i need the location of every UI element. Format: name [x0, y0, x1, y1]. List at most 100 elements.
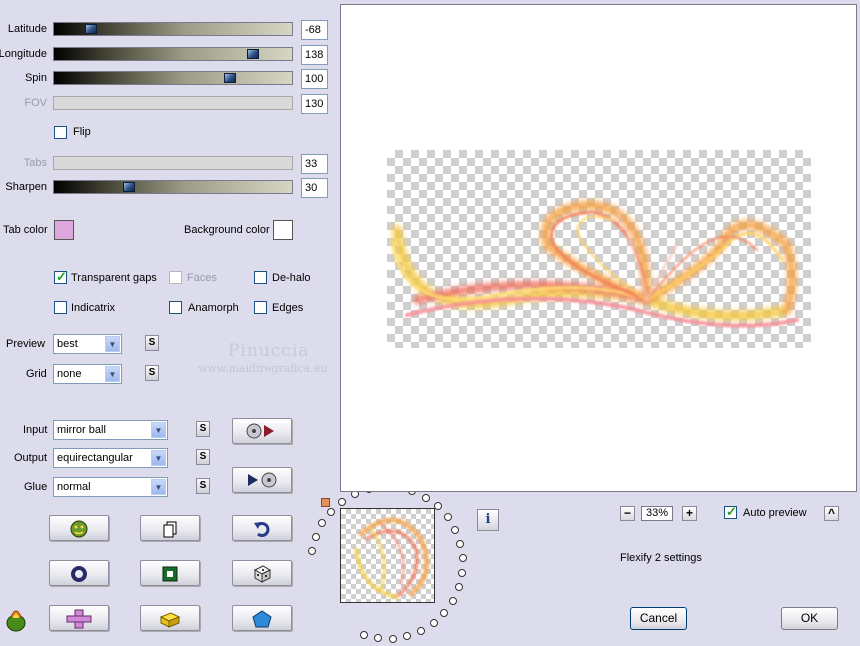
dial-dot[interactable] — [338, 498, 346, 506]
spin-slider[interactable] — [53, 71, 293, 85]
status-text: Flexify 2 settings — [620, 552, 702, 564]
chevron-down-icon[interactable]: ▼ — [151, 450, 166, 466]
preview-canvas[interactable] — [387, 150, 811, 348]
latitude-value-field[interactable]: -68 — [301, 20, 328, 40]
ring-button[interactable] — [49, 560, 109, 586]
frame-button[interactable] — [140, 560, 200, 586]
chevron-down-icon[interactable]: ▼ — [105, 336, 120, 352]
faces-checkbox — [169, 271, 182, 284]
zoom-in-button[interactable]: + — [682, 506, 697, 521]
chevron-down-icon[interactable]: ▼ — [151, 422, 166, 438]
cancel-button[interactable]: Cancel — [630, 607, 687, 630]
dial-dot[interactable] — [449, 597, 457, 605]
grid-select[interactable]: none ▼ — [53, 364, 122, 384]
output-s-button[interactable]: S — [196, 449, 210, 465]
latitude-slider-thumb[interactable] — [85, 24, 97, 34]
longitude-slider[interactable] — [53, 47, 293, 61]
chevron-down-icon[interactable]: ▼ — [151, 479, 166, 495]
ring-icon — [71, 566, 87, 582]
longitude-slider-thumb[interactable] — [247, 49, 259, 59]
input-s-button[interactable]: S — [196, 421, 210, 437]
pentagon-button[interactable] — [232, 605, 292, 631]
frame-icon — [162, 566, 178, 582]
dial-dot[interactable] — [440, 609, 448, 617]
grid-s-button[interactable]: S — [145, 365, 159, 381]
dial-dot[interactable] — [458, 569, 466, 577]
face-icon — [70, 520, 88, 538]
randomize-button[interactable] — [49, 515, 109, 541]
flip-checkbox[interactable] — [54, 126, 67, 139]
anamorph-checkbox[interactable] — [169, 301, 182, 314]
spin-value-field[interactable]: 100 — [301, 69, 328, 89]
dial-dot[interactable] — [403, 632, 411, 640]
sharpen-slider[interactable] — [53, 180, 293, 194]
sharpen-slider-thumb[interactable] — [123, 182, 135, 192]
dial-dot[interactable] — [456, 540, 464, 548]
glue-select[interactable]: normal ▼ — [53, 477, 168, 497]
thumbnail-artwork — [354, 517, 430, 599]
dial-handle[interactable] — [321, 498, 330, 507]
dial-dot[interactable] — [417, 627, 425, 635]
dial-dot[interactable] — [455, 583, 463, 591]
ok-button[interactable]: OK — [781, 607, 838, 630]
tab-color-label: Tab color — [3, 224, 48, 236]
background-color-swatch[interactable] — [273, 220, 293, 240]
dial-dot[interactable] — [444, 513, 452, 521]
transparent-gaps-label: Transparent gaps — [71, 272, 157, 284]
spin-slider-thumb[interactable] — [224, 73, 236, 83]
glue-select-value: normal — [57, 481, 91, 493]
zoom-out-button[interactable]: − — [620, 506, 635, 521]
dial-dot[interactable] — [434, 502, 442, 510]
latitude-slider[interactable] — [53, 22, 293, 36]
edges-label: Edges — [272, 302, 304, 314]
input-select[interactable]: mirror ball ▼ — [53, 420, 168, 440]
info-button[interactable]: i — [477, 509, 499, 531]
dial-dot[interactable] — [422, 494, 430, 502]
indicatrix-checkbox[interactable] — [54, 301, 67, 314]
fov-label: FOV — [24, 97, 47, 109]
cross-shape-icon — [66, 609, 92, 629]
longitude-value-field[interactable]: 138 — [301, 45, 328, 65]
dial-dot[interactable] — [389, 635, 397, 643]
sharpen-value-field[interactable]: 30 — [301, 178, 328, 198]
copy-icon — [163, 521, 177, 538]
dial-dot[interactable] — [451, 526, 459, 534]
output-select[interactable]: equirectangular ▼ — [53, 448, 168, 468]
chevron-down-icon[interactable]: ▼ — [105, 366, 120, 382]
dial-dot[interactable] — [327, 508, 335, 516]
tab-color-swatch[interactable] — [54, 220, 74, 240]
undo-button[interactable] — [232, 515, 292, 541]
dial-dot[interactable] — [430, 619, 438, 627]
dial-dot[interactable] — [308, 547, 316, 555]
dial-dot[interactable] — [459, 554, 467, 562]
thumbnail-preview[interactable] — [340, 508, 435, 603]
brick-button[interactable] — [140, 605, 200, 631]
tabs-value-field[interactable]: 33 — [301, 154, 328, 174]
auto-preview-checkbox[interactable]: ✓ — [724, 504, 737, 519]
fov-slider — [53, 96, 293, 110]
copy-button[interactable] — [140, 515, 200, 541]
preview-select[interactable]: best ▼ — [53, 334, 122, 354]
de-halo-checkbox[interactable] — [254, 271, 267, 284]
preview-s-button[interactable]: S — [145, 335, 159, 351]
transparent-gaps-checkbox[interactable]: ✓ — [54, 269, 67, 284]
input-select-value: mirror ball — [57, 424, 106, 436]
glue-s-button[interactable]: S — [196, 478, 210, 494]
collapse-button[interactable]: ^ — [824, 506, 839, 521]
anamorph-label: Anamorph — [188, 302, 239, 314]
flip-label: Flip — [73, 126, 91, 138]
dial-dot[interactable] — [374, 634, 382, 642]
dice-button[interactable] — [232, 560, 292, 586]
dial-dot[interactable] — [312, 533, 320, 541]
main-preview-pane[interactable] — [340, 4, 857, 492]
input-to-output-button[interactable] — [232, 418, 292, 444]
output-to-input-button[interactable] — [232, 467, 292, 493]
edges-checkbox[interactable] — [254, 301, 267, 314]
dial-dot[interactable] — [318, 519, 326, 527]
check-icon: ✓ — [726, 504, 737, 519]
input-select-label: Input — [23, 424, 48, 436]
cross-button[interactable] — [49, 605, 109, 631]
fov-value-field[interactable]: 130 — [301, 94, 328, 114]
dial-dot[interactable] — [360, 631, 368, 639]
disc-to-play-icon — [246, 423, 274, 439]
